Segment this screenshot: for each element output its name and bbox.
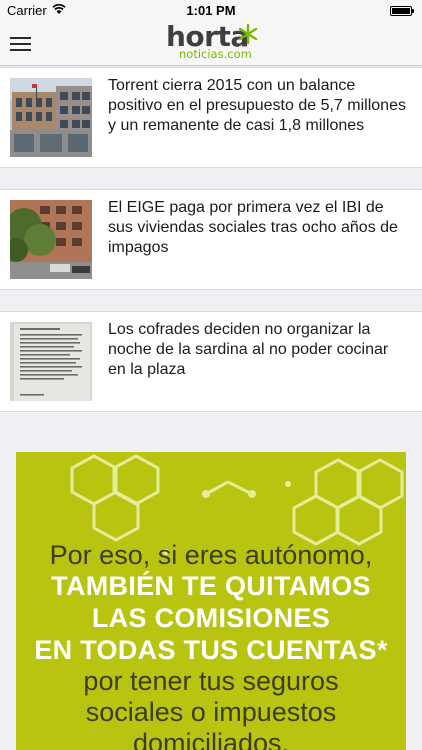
article-item[interactable]: El EIGE paga por primera vez el IBI de s… bbox=[0, 189, 422, 290]
ad-text-line: Por eso, si eres autónomo, bbox=[49, 540, 373, 570]
clock: 1:01 PM bbox=[186, 3, 236, 18]
advertisement-banner[interactable]: Por eso, si eres autónomo, TAMBIÉN TE QU… bbox=[16, 452, 406, 750]
article-title[interactable]: El EIGE paga por primera vez el IBI de s… bbox=[108, 198, 408, 258]
ad-text-line: sociales o impuestos bbox=[85, 697, 337, 727]
site-logo[interactable]: horta noticias.com bbox=[166, 20, 258, 64]
article-thumbnail-notice bbox=[10, 322, 92, 401]
app-screen: Carrier 1:01 PM horta noticias.com Torre… bbox=[0, 0, 422, 750]
ad-text-line: domiciliados. bbox=[132, 728, 290, 750]
ad-text-line: LAS COMISIONES bbox=[91, 603, 331, 633]
logo-subtitle: noticias.com bbox=[179, 47, 252, 61]
ad-text-line: EN TODAS TUS CUENTAS* bbox=[34, 635, 388, 665]
article-item[interactable]: Torrent cierra 2015 con un balance posit… bbox=[0, 67, 422, 168]
hamburger-menu-icon[interactable] bbox=[10, 36, 31, 52]
article-title[interactable]: Los cofrades deciden no organizar la noc… bbox=[108, 320, 408, 380]
status-bar: Carrier 1:01 PM bbox=[0, 0, 422, 22]
article-title[interactable]: Torrent cierra 2015 con un balance posit… bbox=[108, 76, 408, 136]
article-thumbnail-apartments bbox=[10, 200, 92, 279]
ad-text-line: por tener tus seguros bbox=[83, 666, 339, 696]
article-thumbnail-building bbox=[10, 78, 92, 157]
nav-bar: horta noticias.com bbox=[0, 20, 422, 66]
article-item[interactable]: Los cofrades deciden no organizar la noc… bbox=[0, 311, 422, 412]
ad-text-line: TAMBIÉN TE QUITAMOS bbox=[51, 571, 371, 601]
logo-star-icon bbox=[238, 24, 258, 44]
battery-icon bbox=[390, 6, 414, 16]
